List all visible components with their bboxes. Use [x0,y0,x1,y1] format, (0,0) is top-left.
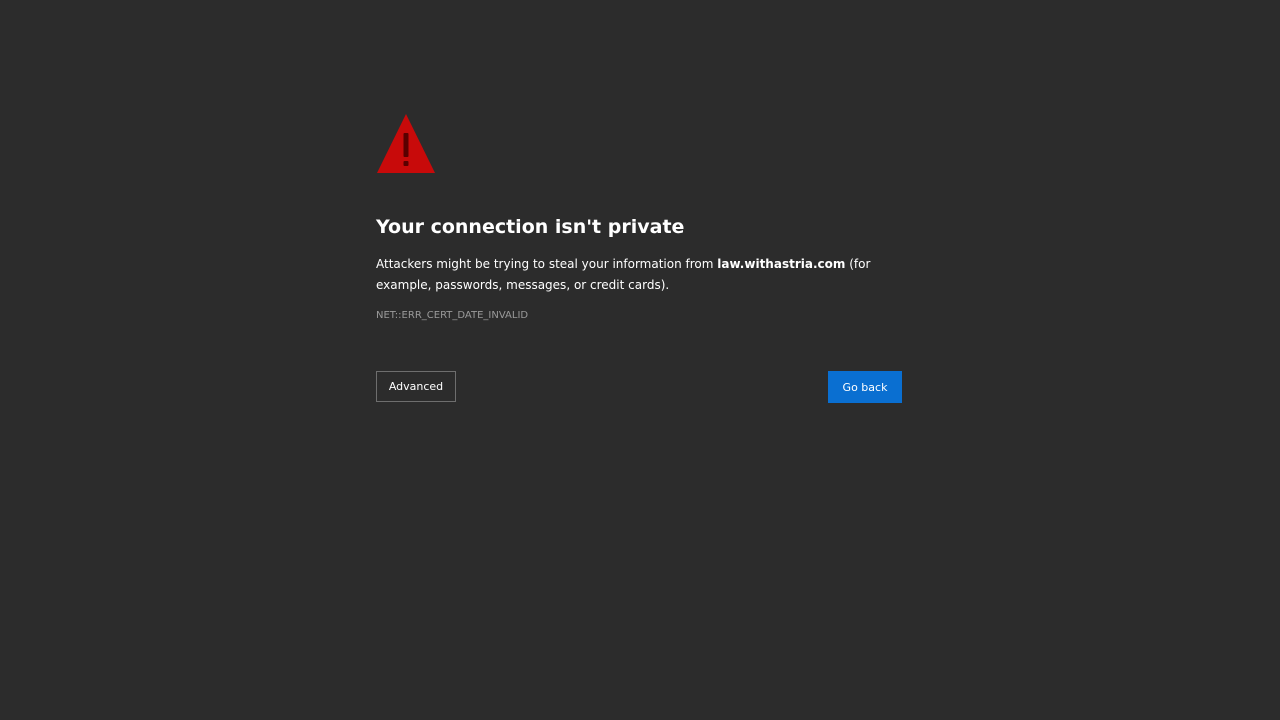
page-title: Your connection isn't private [376,216,685,238]
advanced-button[interactable]: Advanced [376,371,456,402]
error-message: Attackers might be trying to steal your … [376,254,902,296]
message-text-before: Attackers might be trying to steal your … [376,257,718,271]
error-page: Your connection isn't private Attackers … [0,0,1280,720]
error-code[interactable]: NET::ERR_CERT_DATE_INVALID [376,309,528,323]
go-back-button[interactable]: Go back [828,371,902,403]
site-domain: law.withastria.com [717,257,846,271]
warning-triangle-icon [376,112,436,174]
